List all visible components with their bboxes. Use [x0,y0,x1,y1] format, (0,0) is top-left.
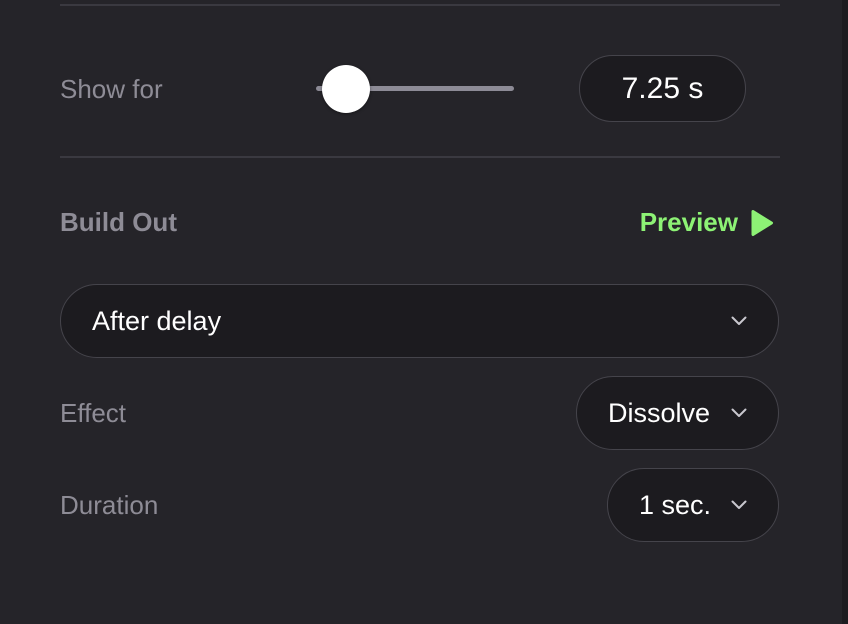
chevron-down-icon [731,500,747,510]
duration-selected-value: 1 sec. [639,489,712,520]
top-divider [60,4,780,6]
chevron-down-icon [731,408,747,418]
show-for-label: Show for [60,74,163,104]
build-out-title: Build Out [60,207,177,237]
duration-select[interactable]: 1 sec. [607,468,779,542]
show-for-value-field[interactable]: 7.25 s [579,55,746,122]
effect-label: Effect [60,398,127,428]
duration-label: Duration [60,490,159,520]
preview-label: Preview [639,207,738,237]
section-divider [60,156,780,158]
play-icon [750,209,774,237]
build-inspector-panel: Show for 7.25 s Build Out Preview After … [0,0,842,624]
trigger-selected-value: After delay [92,305,222,336]
effect-selected-value: Dissolve [608,397,711,428]
preview-button[interactable]: Preview [640,207,774,238]
chevron-down-icon [731,316,747,326]
panel-edge [842,0,848,624]
effect-select[interactable]: Dissolve [576,376,779,450]
slider-thumb[interactable] [322,65,370,113]
build-out-trigger-select[interactable]: After delay [60,284,779,358]
